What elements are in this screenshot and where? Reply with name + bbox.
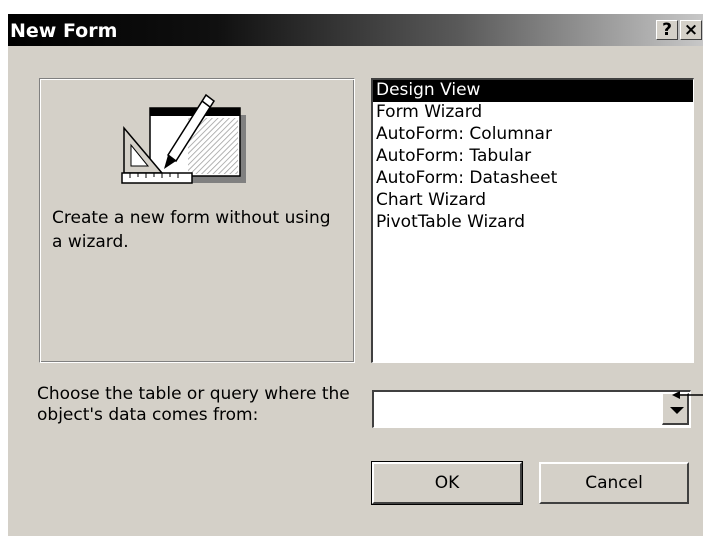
list-item-autoform-columnar[interactable]: AutoForm: Columnar — [373, 124, 693, 146]
list-item-form-wizard[interactable]: Form Wizard — [373, 102, 693, 124]
wizard-listbox[interactable]: Design View Form Wizard AutoForm: Column… — [371, 78, 694, 363]
pointer-arrow-icon — [672, 391, 703, 399]
source-label: Choose the table or query where the obje… — [37, 384, 350, 425]
list-item-autoform-datasheet[interactable]: AutoForm: Datasheet — [373, 168, 693, 190]
chevron-down-icon — [670, 407, 684, 414]
ok-button[interactable]: OK — [371, 461, 523, 505]
help-button[interactable]: ? — [656, 20, 678, 40]
cancel-button[interactable]: Cancel — [539, 462, 689, 504]
source-combobox[interactable] — [372, 390, 691, 428]
list-item-pivottable-wizard[interactable]: PivotTable Wizard — [373, 212, 693, 234]
list-item-autoform-tabular[interactable]: AutoForm: Tabular — [373, 146, 693, 168]
form-design-icon — [121, 93, 246, 184]
list-item-design-view[interactable]: Design View — [373, 80, 693, 102]
dialog-title: New Form — [10, 20, 118, 42]
list-item-chart-wizard[interactable]: Chart Wizard — [373, 190, 693, 212]
preview-description: Create a new form without using a wizard… — [52, 208, 331, 252]
close-button[interactable]: × — [680, 20, 702, 40]
title-bar[interactable]: New Form ? × — [8, 14, 703, 46]
new-form-dialog: New Form ? × Create a new form without u… — [7, 13, 703, 536]
preview-panel: Create a new form without using a wizard… — [39, 78, 355, 363]
